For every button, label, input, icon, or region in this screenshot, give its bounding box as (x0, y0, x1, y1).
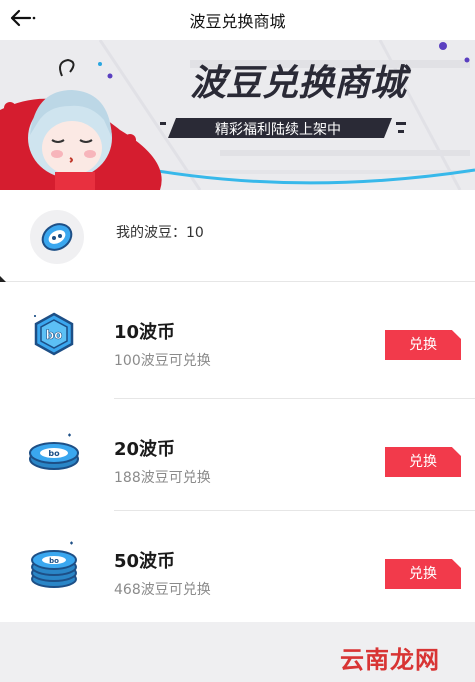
svg-text:bo: bo (49, 557, 59, 565)
top-bar: 波豆兑换商城 (0, 0, 475, 38)
item-cost: 100波豆可兑换 (114, 353, 211, 369)
list-item: bo 10波币 100波豆可兑换 兑换 (0, 282, 475, 394)
balance-row: 我的波豆：10 (0, 190, 475, 282)
coin-stack-icon: bo (24, 421, 84, 481)
banner-subtitle: 精彩福利陆续上架中 (215, 121, 341, 138)
exchange-button[interactable]: 兑换 (385, 447, 461, 477)
coin-single-icon: bo (24, 304, 84, 364)
item-name: 20波币 (114, 439, 176, 460)
list-item: bo 50波币 468波豆可兑换 兑换 (0, 511, 475, 623)
item-cost: 188波豆可兑换 (114, 470, 211, 486)
page-title: 波豆兑换商城 (189, 12, 286, 31)
svg-text:bo: bo (48, 449, 60, 458)
bean-icon (30, 210, 84, 264)
svg-text:bo: bo (46, 328, 63, 342)
item-name: 50波币 (114, 551, 176, 572)
exchange-button[interactable]: 兑换 (385, 559, 461, 589)
coin-pile-icon: bo (24, 533, 84, 593)
item-name: 10波币 (114, 322, 176, 343)
banner-art: 波豆兑换商城 精彩福利陆续上架中 (0, 40, 475, 190)
promo-banner[interactable]: 波豆兑换商城 精彩福利陆续上架中 (0, 40, 475, 190)
exchange-button[interactable]: 兑换 (385, 330, 461, 360)
item-cost: 468波豆可兑换 (114, 582, 211, 598)
bean-balance: 我的波豆：10 (116, 225, 204, 241)
list-item: bo 20波币 188波豆可兑换 兑换 (0, 399, 475, 511)
banner-title: 波豆兑换商城 (190, 63, 412, 104)
watermark: 云南龙网 (340, 646, 440, 674)
